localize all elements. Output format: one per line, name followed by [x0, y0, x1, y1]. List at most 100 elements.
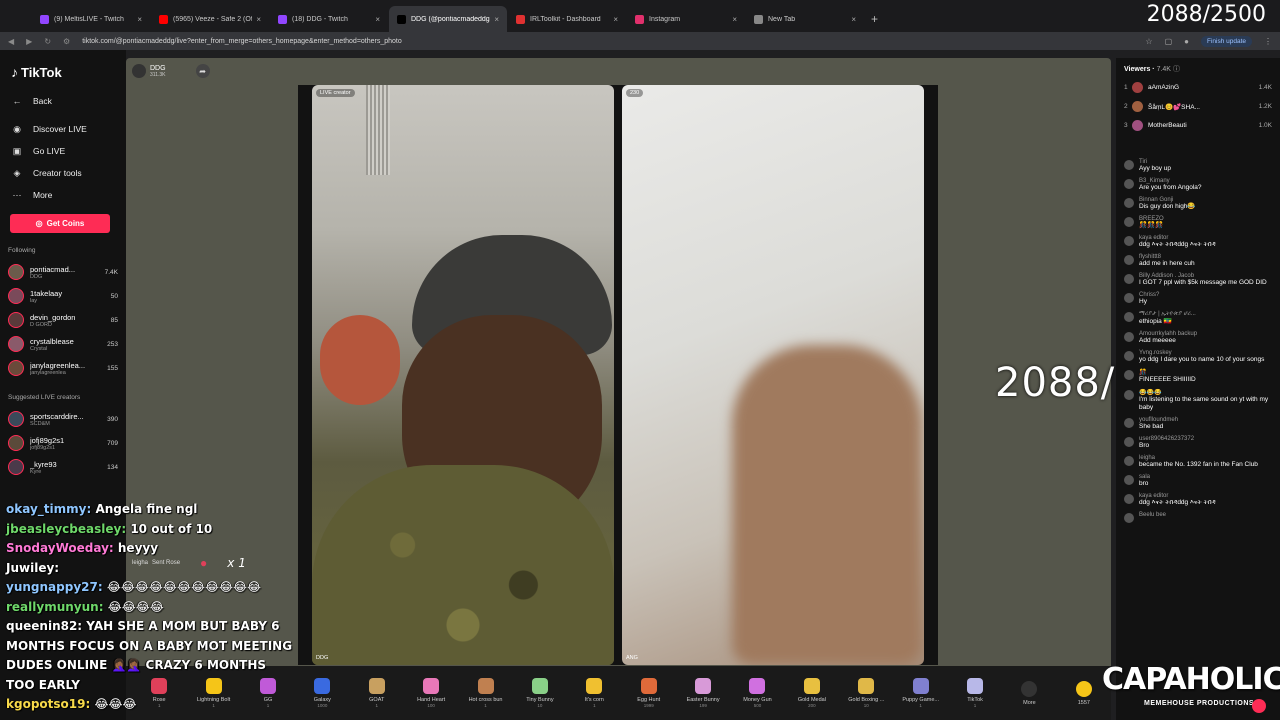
- chat-avatar[interactable]: [1124, 437, 1134, 447]
- gift-item[interactable]: Hand Heart 100: [404, 678, 458, 708]
- chat-message-row: Chriss? Hy: [1124, 292, 1272, 306]
- chat-username[interactable]: 😂😂😂: [1139, 389, 1272, 396]
- reload-icon[interactable]: ↻: [44, 37, 51, 46]
- tiktok-logo[interactable]: ♪ TikTok: [11, 64, 118, 80]
- top-viewer-row[interactable]: 1 aAmAzinG 1.4K: [1124, 78, 1272, 97]
- chat-message-row: Amourrkylahh backup Add meeeee: [1124, 331, 1272, 345]
- account-row[interactable]: crystalblease Crystal 253: [8, 332, 118, 356]
- gift-item[interactable]: Puppy Game... 1: [893, 678, 947, 708]
- profile-avatar[interactable]: ●: [1184, 37, 1189, 46]
- host-info[interactable]: DDG 311.3K ➦: [132, 64, 210, 78]
- gift-item[interactable]: TikTok 1: [948, 678, 1002, 708]
- chat-avatar[interactable]: [1124, 475, 1134, 485]
- viewers-heading: Viewers · 7.4K ⓘ: [1124, 66, 1180, 73]
- chat-avatar[interactable]: [1124, 332, 1134, 342]
- chat-text: FINEEEEE SHIIIIID: [1139, 376, 1196, 383]
- account-name: jofj89g2s1: [30, 435, 65, 445]
- host-avatar[interactable]: [132, 64, 146, 78]
- account-row[interactable]: jofj89g2s1 jofj89g2s1 709: [8, 431, 118, 455]
- chat-body: kaya editor ddg እናት ትበዳddg እናት ትበዳ: [1139, 235, 1216, 249]
- finish-update-button[interactable]: Finish update: [1200, 35, 1252, 47]
- chat-avatar[interactable]: [1124, 198, 1134, 208]
- sidebar-item[interactable]: ▣ Go LIVE: [10, 140, 118, 162]
- extensions-icon[interactable]: ▢: [1165, 37, 1173, 46]
- browser-tab[interactable]: (9) MeltisLIVE - Twitch ×: [32, 6, 150, 32]
- gift-price: 200: [808, 703, 816, 708]
- gift-item[interactable]: Gold Medal 200: [785, 678, 839, 708]
- chat-avatar[interactable]: [1124, 312, 1134, 322]
- chat-avatar[interactable]: [1124, 293, 1134, 303]
- like-heart-icon[interactable]: [1252, 699, 1266, 713]
- gift-item[interactable]: GOAT 1: [350, 678, 404, 708]
- tab-close-icon[interactable]: ×: [375, 15, 380, 24]
- chat-avatar[interactable]: [1124, 160, 1134, 170]
- sidebar-item[interactable]: ⋯ More: [10, 184, 118, 206]
- account-row[interactable]: janylagreenlea... janylagreenlea 155: [8, 356, 118, 380]
- chat-username[interactable]: Beelu bee: [1139, 512, 1166, 518]
- stream-chat-overlay: okay_timmy: Angela fine ngl jbeasleycbeas…: [6, 500, 296, 715]
- gift-item[interactable]: Egg Hunt 1999: [622, 678, 676, 708]
- top-viewer-row[interactable]: 2 ŠåṃL😊💕SHA... 1.2K: [1124, 97, 1272, 116]
- browser-tab[interactable]: (18) DDG - Twitch ×: [270, 6, 388, 32]
- share-icon[interactable]: ➦: [195, 64, 210, 78]
- gift-price: 10: [537, 703, 543, 708]
- account-row[interactable]: 1takelaay lay 50: [8, 284, 118, 308]
- gift-item[interactable]: Easter Bunny 199: [676, 678, 730, 708]
- tab-close-icon[interactable]: ×: [137, 15, 142, 24]
- gift-item[interactable]: It's corn 1: [567, 678, 621, 708]
- chat-avatar[interactable]: [1124, 513, 1134, 523]
- avatar: [8, 435, 24, 451]
- tab-close-icon[interactable]: ×: [613, 15, 618, 24]
- sidebar-item[interactable]: ◈ Creator tools: [10, 162, 118, 184]
- gift-icon: [477, 678, 494, 694]
- account-row[interactable]: pontiacmad... DDG 7.4K: [8, 260, 118, 284]
- chat-avatar[interactable]: [1124, 179, 1134, 189]
- chat-avatar[interactable]: [1124, 351, 1134, 361]
- chat-avatar[interactable]: [1124, 370, 1134, 380]
- chat-avatar[interactable]: [1124, 236, 1134, 246]
- browser-tab[interactable]: IRLToolkit - Dashboard ×: [508, 6, 626, 32]
- chat-avatar[interactable]: [1124, 418, 1134, 428]
- back-link[interactable]: ← Back: [10, 90, 118, 112]
- bookmark-star-icon[interactable]: ☆: [1145, 37, 1152, 46]
- new-tab-icon[interactable]: +: [871, 12, 878, 26]
- live-video[interactable]: LIVE creator DDG 230 ANG: [298, 85, 938, 665]
- menu-dots-icon[interactable]: ⋮: [1264, 37, 1272, 46]
- gift-item[interactable]: Gold Boxing ... 10: [839, 678, 893, 708]
- forward-arrow-icon[interactable]: ▶: [26, 37, 32, 46]
- chat-avatar[interactable]: [1124, 255, 1134, 265]
- chat-username[interactable]: 🎊: [1139, 369, 1196, 376]
- chat-avatar[interactable]: [1124, 494, 1134, 504]
- account-row[interactable]: sportscarddire... SCD&M 390: [8, 407, 118, 431]
- info-icon[interactable]: ⓘ: [1173, 66, 1180, 73]
- chat-avatar[interactable]: [1124, 390, 1134, 400]
- url-input[interactable]: tiktok.com/@pontiacmadeddg/live?enter_fr…: [82, 38, 1145, 45]
- tab-close-icon[interactable]: ×: [494, 15, 499, 24]
- account-row[interactable]: devin_gordon D GORD 85: [8, 308, 118, 332]
- chat-avatar[interactable]: [1124, 456, 1134, 466]
- back-arrow-icon[interactable]: ◀: [8, 37, 14, 46]
- tab-label: Instagram: [649, 15, 681, 23]
- tab-close-icon[interactable]: ×: [256, 15, 261, 24]
- chat-avatar[interactable]: [1124, 217, 1134, 227]
- get-coins-button[interactable]: ◎ Get Coins: [10, 214, 110, 233]
- sidebar-item[interactable]: ◉ Discover LIVE: [10, 118, 118, 140]
- browser-tab[interactable]: Instagram ×: [627, 6, 745, 32]
- browser-tab[interactable]: (5965) Veeze - Safe 2 (Offic ×: [151, 6, 269, 32]
- gift-item[interactable]: Galaxy 1000: [295, 678, 349, 708]
- browser-tab[interactable]: DDG (@pontiacmadeddg ×: [389, 6, 507, 32]
- guest-score-badge: 230: [626, 89, 644, 97]
- more-gifts-button[interactable]: More: [1002, 680, 1056, 706]
- tab-close-icon[interactable]: ×: [851, 15, 856, 24]
- chat-avatar[interactable]: [1124, 274, 1134, 284]
- tab-close-icon[interactable]: ×: [732, 15, 737, 24]
- gift-icon: [423, 678, 440, 694]
- chat-username[interactable]: ማሪያታ | ኢትዮጵያ ሆሪ...: [1139, 311, 1196, 318]
- site-info-icon[interactable]: ⚙: [63, 37, 70, 46]
- account-row[interactable]: _kyre93 Kyre 134: [8, 455, 118, 479]
- gift-item[interactable]: Hot cross bun 1: [458, 678, 512, 708]
- browser-tab[interactable]: New Tab ×: [746, 6, 864, 32]
- gift-item[interactable]: Money Gun 500: [730, 678, 784, 708]
- top-viewer-row[interactable]: 3 MotherBeauti 1.0K: [1124, 116, 1272, 135]
- gift-item[interactable]: Tiny Bunny 10: [513, 678, 567, 708]
